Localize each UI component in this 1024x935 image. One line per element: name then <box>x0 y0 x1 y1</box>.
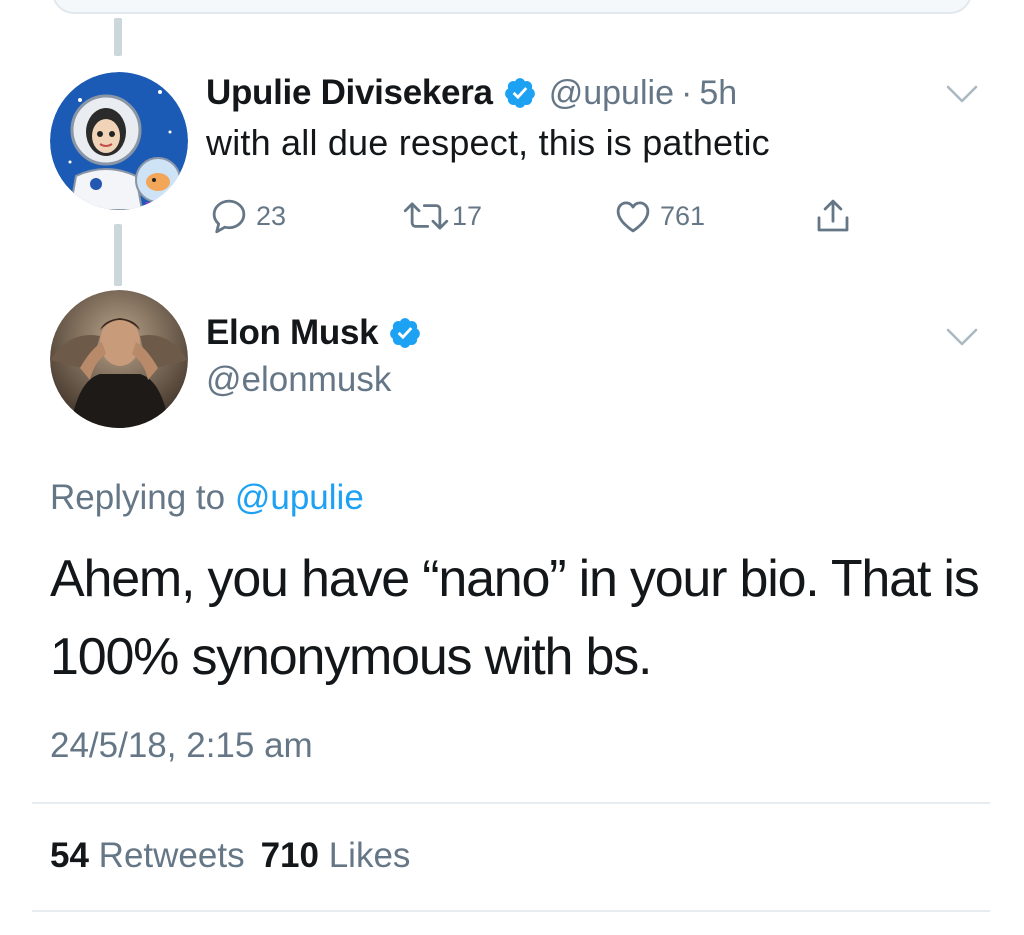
avatar[interactable] <box>50 72 188 210</box>
tweet-timestamp[interactable]: 24/5/18, 2:15 am <box>50 726 313 766</box>
avatar[interactable] <box>50 290 188 428</box>
retweet-label: Retweets <box>98 836 245 875</box>
share-icon <box>817 199 849 232</box>
separator: · <box>680 73 693 112</box>
reply-button[interactable]: 23 <box>208 194 286 238</box>
retweet-icon <box>403 202 449 230</box>
share-button[interactable] <box>812 194 854 238</box>
tweet-text: with all due respect, this is pathetic <box>206 122 770 163</box>
retweet-count: 54 <box>50 836 89 875</box>
replying-to-label: Replying to <box>50 478 226 517</box>
retweet-button[interactable]: 17 <box>400 194 482 238</box>
previous-tweet-card[interactable] <box>52 0 972 14</box>
replying-to: Replying to @upulie <box>50 478 364 518</box>
retweet-count: 17 <box>452 200 483 231</box>
tweet-stats: 54 Retweets 710 Likes <box>50 836 410 876</box>
verified-badge-icon <box>390 318 421 348</box>
like-count: 761 <box>660 200 706 231</box>
tweet-actions: 23 17 761 <box>0 194 1024 244</box>
likes-stat[interactable]: 710 Likes <box>261 836 411 875</box>
display-name[interactable]: Upulie Divisekera <box>206 73 493 113</box>
divider <box>32 802 990 804</box>
like-button[interactable]: 761 <box>612 194 705 238</box>
chevron-down-icon[interactable] <box>946 84 978 104</box>
retweets-stat[interactable]: 54 Retweets <box>50 836 245 875</box>
handle[interactable]: @upulie <box>549 74 674 113</box>
reply-count: 23 <box>256 200 287 231</box>
relative-time[interactable]: 5h <box>699 74 737 113</box>
tweet-header: Upulie Divisekera @upulie · 5h <box>206 70 737 116</box>
tweet-text: Ahem, you have “nano” in your bio. That … <box>50 550 980 686</box>
reply-mention-link[interactable]: @upulie <box>235 478 364 517</box>
tweet-header: Elon Musk <box>206 310 422 356</box>
divider <box>32 910 990 912</box>
thread-connector <box>114 18 122 56</box>
verified-badge-icon <box>504 78 535 108</box>
chevron-down-icon[interactable] <box>946 327 978 347</box>
reply-icon <box>212 199 246 234</box>
handle[interactable]: @elonmusk <box>206 360 391 400</box>
like-count: 710 <box>260 836 319 875</box>
like-label: Likes <box>328 836 411 875</box>
heart-icon <box>616 201 650 233</box>
display-name[interactable]: Elon Musk <box>206 313 379 353</box>
